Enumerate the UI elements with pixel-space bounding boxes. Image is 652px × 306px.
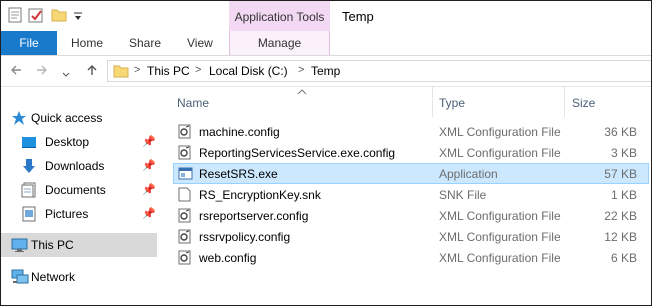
application-icon xyxy=(178,166,193,181)
sidebar-item-label: This PC xyxy=(31,238,74,252)
config-file-icon xyxy=(178,208,192,223)
sidebar-item-desktop[interactable]: Desktop 📌 xyxy=(1,130,157,154)
file-type: XML Configuration File xyxy=(439,146,561,160)
back-arrow-icon[interactable] xyxy=(9,63,23,79)
sidebar-item-label: Quick access xyxy=(31,111,103,125)
file-name: machine.config xyxy=(199,125,280,139)
up-arrow-icon[interactable] xyxy=(85,63,99,79)
file-row[interactable]: machine.config XML Configuration File 36… xyxy=(173,121,649,142)
breadcrumb-temp[interactable]: Temp xyxy=(311,64,340,78)
breadcrumb-separator[interactable]: > xyxy=(298,64,304,76)
desktop-icon xyxy=(21,134,37,150)
sidebar-item-label: Network xyxy=(31,270,76,284)
file-name: RS_EncryptionKey.snk xyxy=(199,188,321,202)
file-size: 1 KB xyxy=(610,188,637,202)
tab-share[interactable]: Share xyxy=(129,31,161,55)
title-bar: Application Tools Temp xyxy=(1,1,651,31)
column-divider[interactable] xyxy=(564,87,565,117)
file-size: 12 KB xyxy=(604,230,637,244)
file-row[interactable]: web.config XML Configuration File 6 KB xyxy=(173,247,649,268)
breadcrumb-this-pc[interactable]: This PC xyxy=(147,64,190,78)
file-type: XML Configuration File xyxy=(439,251,561,265)
pin-icon[interactable]: 📌 xyxy=(142,207,156,220)
blank-file-icon xyxy=(178,187,192,202)
pin-icon[interactable]: 📌 xyxy=(142,159,156,172)
folder-icon xyxy=(113,63,129,84)
contextual-tab-group: Application Tools xyxy=(229,1,330,31)
network-icon xyxy=(11,269,29,285)
sidebar-item-downloads[interactable]: Downloads 📌 xyxy=(1,154,157,178)
file-size: 3 KB xyxy=(610,146,637,160)
breadcrumb-separator[interactable]: > xyxy=(134,64,140,76)
file-type: XML Configuration File xyxy=(439,209,561,223)
folder-icon[interactable] xyxy=(51,7,67,28)
sidebar-item-this-pc[interactable]: This PC xyxy=(1,233,157,257)
file-name: rsreportserver.config xyxy=(199,209,309,223)
column-divider[interactable] xyxy=(432,87,433,117)
file-size: 22 KB xyxy=(604,209,637,223)
window-title: Temp xyxy=(342,9,374,24)
forward-arrow-icon[interactable] xyxy=(35,63,49,79)
properties-icon[interactable] xyxy=(8,7,22,28)
sidebar-item-quick-access[interactable]: Quick access xyxy=(1,106,157,130)
address-bar[interactable]: > This PC > Local Disk (C:) > Temp xyxy=(107,60,651,82)
new-folder-icon[interactable] xyxy=(28,7,44,28)
navigation-bar: > This PC > Local Disk (C:) > Temp xyxy=(1,56,651,87)
explorer-window: Application Tools Temp File Home Share V… xyxy=(0,0,652,306)
file-type: SNK File xyxy=(439,188,487,202)
file-size: 36 KB xyxy=(604,125,637,139)
contextual-group-label: Application Tools xyxy=(234,10,325,24)
tab-file[interactable]: File xyxy=(1,31,57,55)
file-size: 57 KB xyxy=(604,167,637,181)
recent-locations-chevron-icon[interactable] xyxy=(62,66,70,80)
column-header-name[interactable]: Name xyxy=(177,87,432,117)
ribbon-tabs: File Home Share View Manage xyxy=(1,31,651,56)
sidebar-item-label: Documents xyxy=(45,183,106,197)
download-arrow-icon xyxy=(21,158,37,174)
pin-icon[interactable]: 📌 xyxy=(142,135,156,148)
file-type: XML Configuration File xyxy=(439,230,561,244)
sidebar-item-label: Desktop xyxy=(45,135,90,149)
config-file-icon xyxy=(178,250,192,265)
tab-home[interactable]: Home xyxy=(71,31,103,55)
file-type: Application xyxy=(439,167,498,181)
file-row-selected[interactable]: ResetSRS.exe Application 57 KB xyxy=(173,163,649,184)
file-size: 6 KB xyxy=(610,251,637,265)
file-name: ReportingServicesService.exe.config xyxy=(199,146,396,160)
config-file-icon xyxy=(178,145,192,160)
breadcrumb-local-disk[interactable]: Local Disk (C:) xyxy=(209,64,288,78)
file-row[interactable]: rsreportserver.config XML Configuration … xyxy=(173,205,649,226)
sidebar-item-documents[interactable]: Documents 📌 xyxy=(1,178,157,202)
breadcrumb-separator[interactable]: > xyxy=(195,64,201,76)
navigation-pane: Quick access Desktop 📌 Downloads 📌 Docum… xyxy=(1,87,159,305)
file-type: XML Configuration File xyxy=(439,125,561,139)
tab-manage[interactable]: Manage xyxy=(229,31,330,55)
computer-icon xyxy=(11,237,28,253)
column-header-type[interactable]: Type xyxy=(439,87,564,117)
sidebar-item-label: Pictures xyxy=(45,207,89,221)
sidebar-item-pictures[interactable]: Pictures 📌 xyxy=(1,202,157,226)
file-list: Name Type Size machine.config XML Config… xyxy=(159,87,651,305)
sidebar-item-network[interactable]: Network xyxy=(1,265,157,289)
column-header-size[interactable]: Size xyxy=(572,87,647,117)
tab-view[interactable]: View xyxy=(187,31,213,55)
customize-dropdown-icon[interactable] xyxy=(73,9,83,27)
documents-icon xyxy=(21,182,37,198)
pictures-icon xyxy=(21,206,37,222)
file-row[interactable]: rssrvpolicy.config XML Configuration Fil… xyxy=(173,226,649,247)
sidebar-item-label: Downloads xyxy=(45,159,105,173)
file-name: web.config xyxy=(199,251,257,265)
file-row[interactable]: ReportingServicesService.exe.config XML … xyxy=(173,142,649,163)
pin-icon[interactable]: 📌 xyxy=(142,183,156,196)
file-name: ResetSRS.exe xyxy=(199,167,278,181)
file-name: rssrvpolicy.config xyxy=(199,230,291,244)
config-file-icon xyxy=(178,229,192,244)
star-icon xyxy=(11,110,27,126)
file-row[interactable]: RS_EncryptionKey.snk SNK File 1 KB xyxy=(173,184,649,205)
config-file-icon xyxy=(178,124,192,139)
